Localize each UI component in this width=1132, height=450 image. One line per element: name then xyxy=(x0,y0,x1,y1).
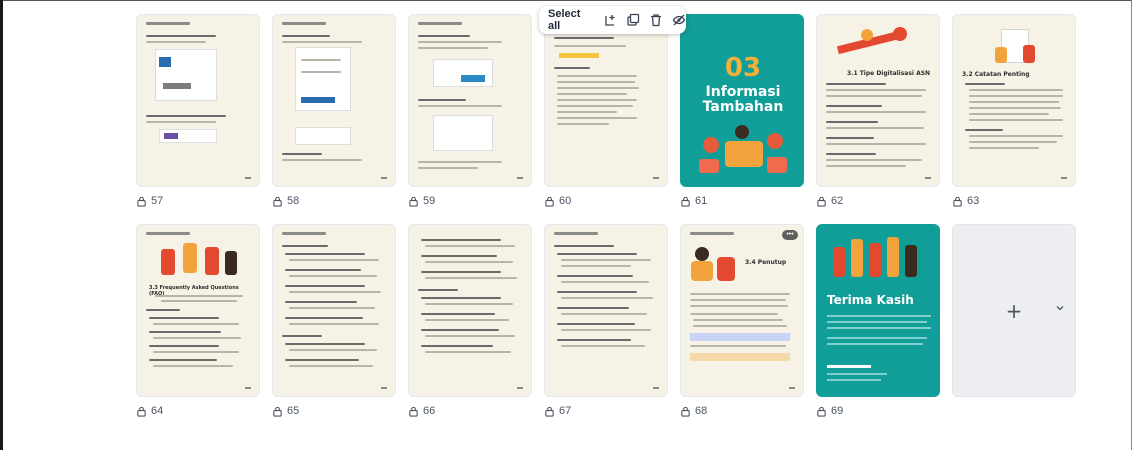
page-number-label: 63 xyxy=(967,195,980,207)
page-thumbnail[interactable] xyxy=(408,224,532,397)
page-number: 59 xyxy=(408,193,532,209)
page-number-label: 65 xyxy=(287,405,300,417)
page-number: 58 xyxy=(272,193,396,209)
page-tile[interactable]: 65 xyxy=(272,224,396,419)
page-number: 69 xyxy=(816,403,940,419)
page-thumbnail[interactable]: 3.3 Frequently Asked Questions (FAQ) xyxy=(136,224,260,397)
lock-icon xyxy=(817,196,826,207)
page-number-label: 62 xyxy=(831,195,844,207)
page-tile[interactable]: 60 xyxy=(544,14,668,209)
page-thumbnail[interactable] xyxy=(544,14,668,187)
lock-icon xyxy=(273,196,282,207)
page-tile[interactable]: 59 xyxy=(408,14,532,209)
page-tile[interactable]: ••• 3.4 Penutup 68 xyxy=(680,224,804,419)
page-number-label: 59 xyxy=(423,195,436,207)
page-thumbnail[interactable] xyxy=(544,224,668,397)
page-number: 57 xyxy=(136,193,260,209)
canvas-top-border xyxy=(0,0,1132,1)
page-number-label: 66 xyxy=(423,405,436,417)
page-tile[interactable]: Terima Kasih 69 xyxy=(816,224,940,419)
lock-icon xyxy=(545,406,554,417)
section-title: 3.4 Penutup xyxy=(745,259,787,266)
lock-icon xyxy=(137,196,146,207)
lock-icon xyxy=(273,406,282,417)
page-tile[interactable]: 3.3 Frequently Asked Questions (FAQ) 64 xyxy=(136,224,260,419)
page-number: 64 xyxy=(136,403,260,419)
illustration xyxy=(995,27,1035,65)
illustration xyxy=(691,241,739,283)
page-tile[interactable]: 57 xyxy=(136,14,260,209)
illustration xyxy=(829,235,929,285)
page-thumbnail[interactable]: Terima Kasih xyxy=(816,224,940,397)
page-number: 63 xyxy=(952,193,1076,209)
add-page-tile[interactable]: + xyxy=(952,224,1076,397)
page-thumbnail[interactable] xyxy=(408,14,532,187)
chevron-down-icon[interactable] xyxy=(1055,303,1065,313)
lock-icon xyxy=(817,406,826,417)
selection-toolbar: Select all xyxy=(539,6,686,34)
illustration xyxy=(695,123,791,179)
page-number: 67 xyxy=(544,403,668,419)
closing-title: Terima Kasih xyxy=(827,293,914,307)
page-thumbnail[interactable] xyxy=(136,14,260,187)
page-thumbnail[interactable]: 03 Informasi Tambahan xyxy=(680,14,804,187)
lock-icon xyxy=(409,406,418,417)
more-options-icon[interactable]: ••• xyxy=(782,230,798,240)
page-number-label: 67 xyxy=(559,405,572,417)
page-number-label: 58 xyxy=(287,195,300,207)
page-number: 61 xyxy=(680,193,804,209)
page-number: 65 xyxy=(272,403,396,419)
canvas-left-border xyxy=(0,0,3,450)
page-number-label: 60 xyxy=(559,195,572,207)
page-number-label: 64 xyxy=(151,405,164,417)
page-thumbnail[interactable] xyxy=(272,14,396,187)
lock-icon xyxy=(681,196,690,207)
page-number: 66 xyxy=(408,403,532,419)
trash-icon[interactable] xyxy=(649,13,663,27)
lock-icon xyxy=(409,196,418,207)
page-thumbnail[interactable] xyxy=(272,224,396,397)
page-number: 68 xyxy=(680,403,804,419)
page-number-label: 68 xyxy=(695,405,708,417)
page-number: 60 xyxy=(544,193,668,209)
lock-icon xyxy=(681,406,690,417)
page-thumbnail[interactable]: 3.1 Tipe Digitalisasi ASN xyxy=(816,14,940,187)
page-tile[interactable]: 03 Informasi Tambahan 61 xyxy=(680,14,804,209)
page-tile[interactable]: 67 xyxy=(544,224,668,419)
page-number-label: 61 xyxy=(695,195,708,207)
lock-icon xyxy=(545,196,554,207)
page-tile[interactable]: 58 xyxy=(272,14,396,209)
page-tile[interactable]: 3.1 Tipe Digitalisasi ASN 62 xyxy=(816,14,940,209)
plus-icon: + xyxy=(1005,298,1023,323)
page-tile[interactable]: 66 xyxy=(408,224,532,419)
page-thumbnail[interactable]: 3.2 Catatan Penting xyxy=(952,14,1076,187)
select-all-button[interactable]: Select all xyxy=(548,8,592,32)
lock-icon xyxy=(137,406,146,417)
chapter-title: Informasi Tambahan xyxy=(702,84,784,115)
page-number: 62 xyxy=(816,193,940,209)
illustration xyxy=(157,241,241,279)
hide-icon[interactable] xyxy=(672,13,686,27)
page-tile[interactable]: 3.2 Catatan Penting 63 xyxy=(952,14,1076,209)
page-number-label: 57 xyxy=(151,195,164,207)
add-page-icon[interactable] xyxy=(603,13,617,27)
lock-icon xyxy=(953,196,962,207)
section-title: 3.1 Tipe Digitalisasi ASN xyxy=(847,70,931,77)
page-thumbnail[interactable]: ••• 3.4 Penutup xyxy=(680,224,804,397)
add-page-button[interactable]: + xyxy=(952,224,1076,397)
page-number-label: 69 xyxy=(831,405,844,417)
duplicate-icon[interactable] xyxy=(626,13,640,27)
illustration xyxy=(831,25,923,65)
section-title: 3.2 Catatan Penting xyxy=(962,71,1030,78)
chapter-number: 03 xyxy=(724,53,762,83)
